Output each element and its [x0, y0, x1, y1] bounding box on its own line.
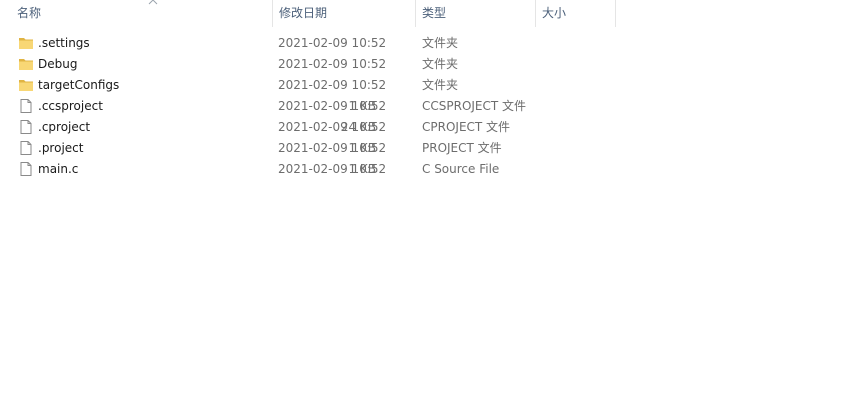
file-list: .settings 2021-02-09 10:52 文件夹 Debug 202… [0, 33, 848, 180]
file-row[interactable]: Debug 2021-02-09 10:52 文件夹 [0, 54, 616, 75]
file-icon [20, 141, 32, 155]
file-size: 24 KB [340, 120, 376, 134]
file-row[interactable]: .settings 2021-02-09 10:52 文件夹 [0, 33, 616, 54]
column-header-name[interactable]: 名称 [11, 0, 272, 27]
column-header-bar: 名称 修改日期 类型 大小 [0, 0, 616, 27]
file-size: 1 KB [348, 141, 376, 155]
file-name: main.c [38, 162, 79, 176]
file-name: .project [38, 141, 84, 155]
file-type: 文件夹 [422, 78, 459, 92]
file-row[interactable]: main.c 2021-02-09 10:52 C Source File 1 … [0, 159, 616, 180]
folder-icon [19, 38, 33, 49]
column-header-type[interactable]: 类型 [415, 0, 535, 27]
column-header-name-label: 名称 [17, 6, 42, 20]
file-name: .cproject [38, 120, 91, 134]
file-row[interactable]: .project 2021-02-09 10:52 PROJECT 文件 1 K… [0, 138, 616, 159]
column-header-type-label: 类型 [422, 6, 447, 20]
column-header-size-label: 大小 [542, 6, 567, 20]
file-row[interactable]: targetConfigs 2021-02-09 10:52 文件夹 [0, 75, 616, 96]
file-type: PROJECT 文件 [422, 141, 502, 155]
file-size [306, 54, 376, 75]
file-type: 文件夹 [422, 57, 459, 71]
file-type: CPROJECT 文件 [422, 120, 511, 134]
folder-icon [19, 80, 33, 91]
file-type: 文件夹 [422, 36, 459, 50]
file-name: targetConfigs [38, 78, 120, 92]
file-name: Debug [38, 57, 78, 71]
file-size [306, 75, 376, 96]
column-header-date-label: 修改日期 [279, 6, 328, 20]
file-name: .settings [38, 36, 90, 50]
file-type: C Source File [422, 162, 500, 176]
sort-ascending-icon [148, 0, 158, 5]
file-row[interactable]: .ccsproject 2021-02-09 10:52 CCSPROJECT … [0, 96, 616, 117]
column-header-size[interactable]: 大小 [535, 0, 616, 27]
file-icon [20, 99, 32, 113]
folder-icon [19, 59, 33, 70]
file-type: CCSPROJECT 文件 [422, 99, 527, 113]
file-size: 1 KB [348, 99, 376, 113]
file-row[interactable]: .cproject 2021-02-09 10:52 CPROJECT 文件 2… [0, 117, 616, 138]
file-icon [20, 120, 32, 134]
column-header-date[interactable]: 修改日期 [272, 0, 415, 27]
file-icon [20, 162, 32, 176]
file-size: 1 KB [348, 162, 376, 176]
file-size [306, 33, 376, 54]
file-name: .ccsproject [38, 99, 103, 113]
file-explorer: 名称 修改日期 类型 大小 .settings 2021-02-09 10:52… [0, 0, 848, 403]
